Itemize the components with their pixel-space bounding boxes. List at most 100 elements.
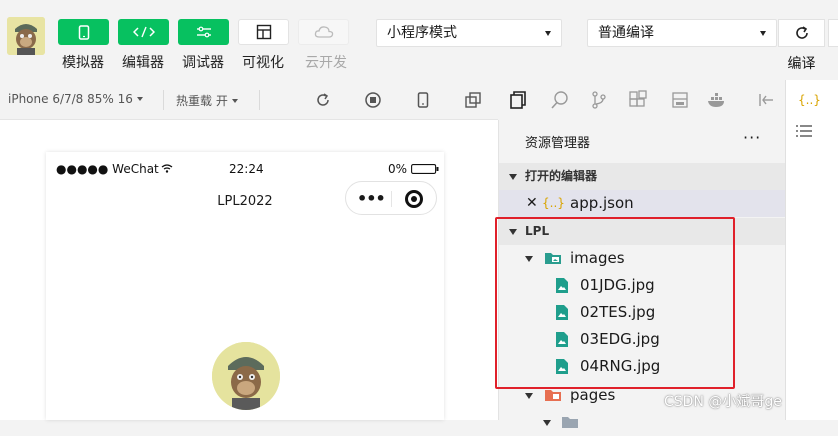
status-time: 22:24 xyxy=(229,162,264,176)
user-avatar[interactable] xyxy=(7,17,45,55)
simulator-label: 模拟器 xyxy=(62,55,104,71)
files-icon[interactable] xyxy=(508,90,528,110)
divider xyxy=(163,90,164,110)
mode-select[interactable]: 小程序模式 xyxy=(376,19,562,47)
pages-folder-icon xyxy=(545,390,561,401)
chevron-down-icon xyxy=(136,97,143,101)
chevron-down-icon xyxy=(545,31,551,36)
status-signal-text: ●●●●● WeChat xyxy=(56,162,159,176)
activity-bar xyxy=(498,80,784,120)
battery-icon xyxy=(411,164,439,174)
hot-reload-label: 热重载 开 xyxy=(176,94,228,108)
menu-capsule[interactable]: ••• xyxy=(345,181,437,215)
hot-reload-select[interactable]: 热重载 开 xyxy=(176,92,238,109)
json-file-icon: {..} xyxy=(542,196,565,210)
folder-icon xyxy=(562,417,578,428)
phone-screen: ●●●●● WeChat 22:24 0% LPL2022 ••• xyxy=(46,152,444,420)
visualize-button[interactable] xyxy=(238,19,289,45)
chevron-down-icon xyxy=(525,393,533,399)
close-mini-program-icon[interactable] xyxy=(405,190,423,208)
compile-mode-select[interactable]: 普通编译 xyxy=(587,19,777,47)
file-name: 03EDG.jpg xyxy=(580,330,660,348)
editor-body[interactable] xyxy=(786,120,838,420)
image-file-icon xyxy=(556,278,568,293)
chevron-down-icon xyxy=(543,420,551,426)
folder-sub[interactable] xyxy=(499,409,785,436)
watermark: CSDN @小斌哥ge xyxy=(664,394,782,410)
device-select-label: iPhone 6/7/8 85% 16 xyxy=(8,92,133,106)
stop-icon[interactable] xyxy=(364,91,382,109)
layout-icon xyxy=(256,24,271,40)
compile-button[interactable] xyxy=(778,19,825,47)
file-item[interactable]: 01JDG.jpg xyxy=(499,272,785,299)
wifi-icon xyxy=(161,164,173,173)
refresh-icon xyxy=(795,26,808,39)
open-editor-item[interactable]: ✕ {..} app.json xyxy=(499,190,785,217)
file-item[interactable]: 04RNG.jpg xyxy=(499,353,785,380)
file-name: 04RNG.jpg xyxy=(580,357,661,375)
detach-window-icon[interactable] xyxy=(464,91,482,109)
storage-icon[interactable] xyxy=(670,90,690,110)
file-item[interactable]: 03EDG.jpg xyxy=(499,326,785,353)
cloud-dev-button[interactable] xyxy=(298,19,349,45)
code-icon xyxy=(132,26,155,38)
simulator-button[interactable] xyxy=(58,19,109,45)
explorer-title: 资源管理器 xyxy=(525,136,591,151)
project-label: LPL xyxy=(525,224,550,238)
open-file-name: app.json xyxy=(570,194,634,212)
preview-button[interactable] xyxy=(828,19,838,47)
editor-pane: {..} ap xyxy=(785,80,838,420)
open-editors-label: 打开的编辑器 xyxy=(525,169,598,183)
divider xyxy=(391,191,392,207)
image-file-icon xyxy=(556,359,568,374)
open-editors-section[interactable]: 打开的编辑器 xyxy=(499,163,785,190)
folder-pages-label: pages xyxy=(570,386,616,404)
json-file-icon: {..} xyxy=(798,93,821,107)
file-name: 02TES.jpg xyxy=(580,303,656,321)
outline-icon[interactable] xyxy=(795,124,813,138)
debug-icon xyxy=(196,26,211,38)
folder-images[interactable]: images xyxy=(499,245,785,272)
close-icon[interactable]: ✕ xyxy=(526,190,538,217)
more-actions-icon[interactable]: ··· xyxy=(743,128,761,147)
chevron-down-icon xyxy=(231,99,238,103)
debugger-label: 调试器 xyxy=(182,55,224,71)
folder-images-label: images xyxy=(570,249,625,267)
docker-icon[interactable] xyxy=(707,90,727,110)
simulator-toolbar: iPhone 6/7/8 85% 16 热重载 开 xyxy=(0,80,498,120)
profile-avatar xyxy=(212,342,280,410)
project-section[interactable]: LPL xyxy=(499,218,785,245)
phone-icon xyxy=(78,24,89,40)
phone-preview-icon[interactable] xyxy=(414,91,432,109)
file-name: 01JDG.jpg xyxy=(580,276,655,294)
status-battery: 0% xyxy=(388,162,439,176)
debugger-button[interactable] xyxy=(178,19,229,45)
status-signal: ●●●●● WeChat xyxy=(56,162,173,176)
device-select[interactable]: iPhone 6/7/8 85% 16 xyxy=(8,92,143,106)
extensions-icon[interactable] xyxy=(628,90,648,110)
mode-select-value: 小程序模式 xyxy=(387,25,457,41)
resource-manager: 资源管理器 ··· 打开的编辑器 ✕ {..} app.json LPL ima… xyxy=(498,120,785,428)
compile-select-value: 普通编译 xyxy=(598,25,654,41)
more-dots-icon[interactable]: ••• xyxy=(357,189,386,208)
reload-icon[interactable] xyxy=(314,91,332,109)
editor-tab[interactable]: {..} ap xyxy=(786,80,838,148)
cloud-icon xyxy=(314,26,333,38)
image-file-icon xyxy=(556,305,568,320)
image-file-icon xyxy=(556,332,568,347)
image-folder-icon xyxy=(545,253,561,264)
file-item[interactable]: 02TES.jpg xyxy=(499,299,785,326)
editor-label: 编辑器 xyxy=(122,55,164,71)
compile-label: 编译 xyxy=(787,56,816,72)
cloud-dev-label: 云开发 xyxy=(305,55,347,71)
visualize-label: 可视化 xyxy=(242,55,284,71)
source-control-icon[interactable] xyxy=(589,90,609,110)
search-icon[interactable] xyxy=(550,90,570,110)
chevron-down-icon xyxy=(525,256,533,262)
battery-percent: 0% xyxy=(388,162,408,176)
collapse-panel-icon[interactable] xyxy=(756,90,776,110)
divider xyxy=(259,90,260,110)
top-toolbar: 模拟器 编辑器 调试器 可视化 云开发 小程序模式 普通编译 编译 xyxy=(0,0,838,80)
editor-button[interactable] xyxy=(118,19,169,45)
chevron-down-icon xyxy=(509,174,517,180)
